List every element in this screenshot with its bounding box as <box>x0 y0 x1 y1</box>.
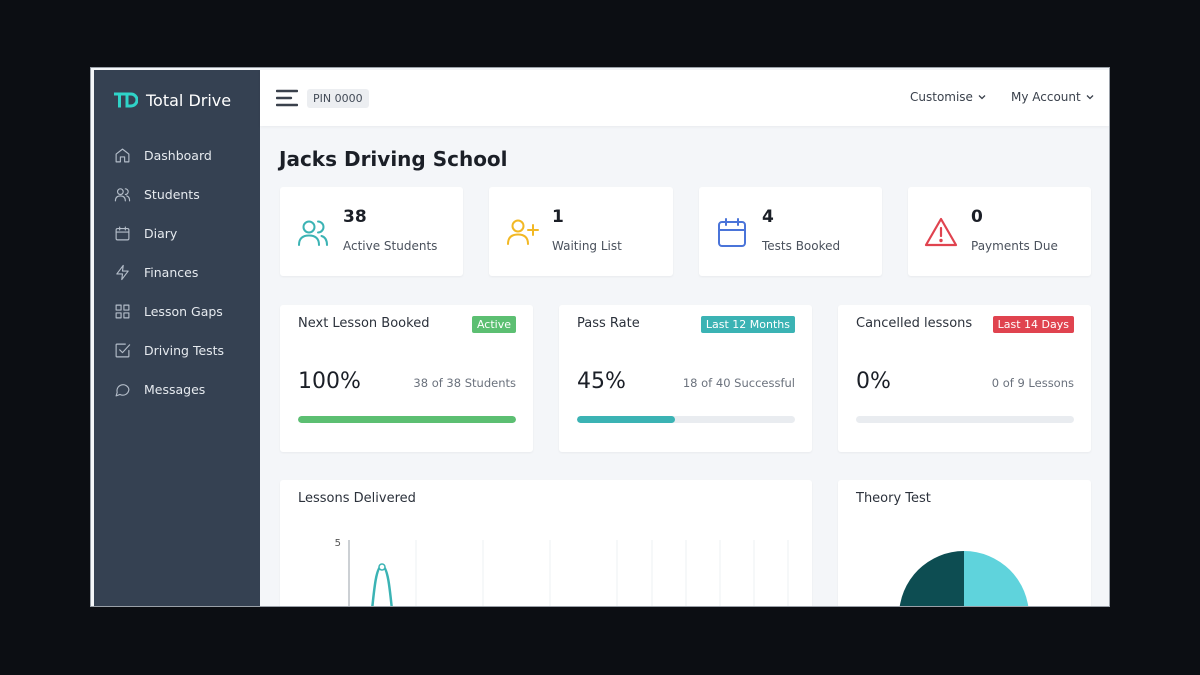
topbar: PIN 0000 Customise My Account <box>260 70 1109 126</box>
brand[interactable]: Total Drive <box>114 89 231 111</box>
metric-card-pass-rate[interactable]: Pass Rate Last 12 Months 45% 18 of 40 Su… <box>559 305 812 452</box>
pie-slice[interactable] <box>964 551 1029 607</box>
metric-value: 100% <box>298 369 361 394</box>
progress-bar <box>298 416 516 423</box>
y-tick-label: 5 <box>335 538 341 549</box>
stat-card-payments-due[interactable]: 0 Payments Due <box>908 187 1091 276</box>
pin-badge: PIN 0000 <box>307 89 369 108</box>
metric-subtext: 38 of 38 Students <box>413 376 516 390</box>
status-badge: Last 12 Months <box>700 316 795 333</box>
metric-title: Pass Rate <box>577 316 640 331</box>
theory-test-panel: Theory Test <box>838 480 1091 607</box>
metric-card-cancelled-lessons[interactable]: Cancelled lessons Last 14 Days 0% 0 of 9… <box>838 305 1091 452</box>
pie-slice[interactable] <box>899 551 964 607</box>
my-account-menu-button[interactable]: My Account <box>1011 90 1094 104</box>
customise-menu-button[interactable]: Customise <box>910 90 986 104</box>
stat-label: Waiting List <box>552 239 622 253</box>
menu-toggle-icon[interactable] <box>276 89 298 107</box>
sidebar-item-label: Dashboard <box>144 148 212 163</box>
metric-value: 45% <box>577 369 626 394</box>
calendar-icon <box>718 218 746 247</box>
stat-value: 1 <box>552 207 564 227</box>
app-name: Total Drive <box>146 90 232 110</box>
sidebar: Total Drive Dashboard Students Diary Fin… <box>94 70 260 606</box>
total-drive-logo-icon <box>114 92 138 108</box>
chevron-down-icon <box>1086 95 1094 100</box>
stat-card-waiting-list[interactable]: 1 Waiting List <box>489 187 673 276</box>
user-plus-icon <box>507 219 539 245</box>
progress-bar-fill <box>298 416 516 423</box>
sidebar-item-label: Diary <box>144 226 178 241</box>
grid-icon <box>115 304 130 319</box>
stat-label: Tests Booked <box>762 239 841 253</box>
stat-card-tests-booked[interactable]: 4 Tests Booked <box>699 187 882 276</box>
sidebar-item-dashboard[interactable]: Dashboard <box>114 136 254 175</box>
stat-value: 38 <box>343 207 367 227</box>
progress-bar <box>856 416 1074 423</box>
status-badge: Active <box>471 316 516 333</box>
calendar-icon <box>115 226 130 241</box>
stat-value: 0 <box>971 207 983 227</box>
sidebar-item-label: Lesson Gaps <box>144 304 223 319</box>
sidebar-nav: Dashboard Students Diary Finances Lesson… <box>114 136 254 409</box>
page-title: Jacks Driving School <box>279 147 508 171</box>
sidebar-item-label: Students <box>144 187 200 202</box>
theory-test-pie-chart <box>899 551 1029 607</box>
metric-title: Next Lesson Booked <box>298 316 430 331</box>
status-badge: Last 14 Days <box>992 316 1074 333</box>
stat-card-active-students[interactable]: 38 Active Students <box>280 187 463 276</box>
chat-icon <box>115 384 130 397</box>
stat-label: Payments Due <box>971 239 1058 253</box>
lightning-icon <box>116 264 129 281</box>
progress-bar <box>577 416 795 423</box>
metric-title: Cancelled lessons <box>856 316 973 331</box>
checkbox-icon <box>115 343 131 358</box>
users-icon <box>298 220 328 246</box>
sidebar-item-driving-tests[interactable]: Driving Tests <box>114 331 254 370</box>
alert-triangle-icon <box>924 217 958 247</box>
sidebar-item-label: Finances <box>144 265 199 280</box>
metric-card-next-lesson[interactable]: Next Lesson Booked Active 100% 38 of 38 … <box>280 305 533 452</box>
progress-bar-fill <box>577 416 676 423</box>
metric-subtext: 0 of 9 Lessons <box>991 376 1074 390</box>
stat-label: Active Students <box>343 239 438 253</box>
sidebar-item-students[interactable]: Students <box>114 175 254 214</box>
lessons-delivered-chart: 5 <box>335 538 789 606</box>
sidebar-item-label: Messages <box>144 382 206 397</box>
data-point[interactable] <box>378 563 386 571</box>
sidebar-item-lesson-gaps[interactable]: Lesson Gaps <box>114 292 254 331</box>
sidebar-item-diary[interactable]: Diary <box>114 214 254 253</box>
lessons-line-series <box>371 564 393 606</box>
metric-value: 0% <box>856 369 891 394</box>
sidebar-item-finances[interactable]: Finances <box>114 253 254 292</box>
my-account-label: My Account <box>1011 90 1081 104</box>
customise-label: Customise <box>910 90 973 104</box>
app-window: Total Drive Dashboard Students Diary Fin… <box>90 67 1110 607</box>
sidebar-item-messages[interactable]: Messages <box>114 370 254 409</box>
stat-value: 4 <box>762 207 774 227</box>
chevron-down-icon <box>978 95 986 100</box>
sidebar-item-label: Driving Tests <box>144 343 225 358</box>
home-icon <box>115 148 130 163</box>
users-icon <box>114 188 131 202</box>
lessons-delivered-panel: Lessons Delivered 5 <box>280 480 812 606</box>
metric-subtext: 18 of 40 Successful <box>682 376 795 390</box>
